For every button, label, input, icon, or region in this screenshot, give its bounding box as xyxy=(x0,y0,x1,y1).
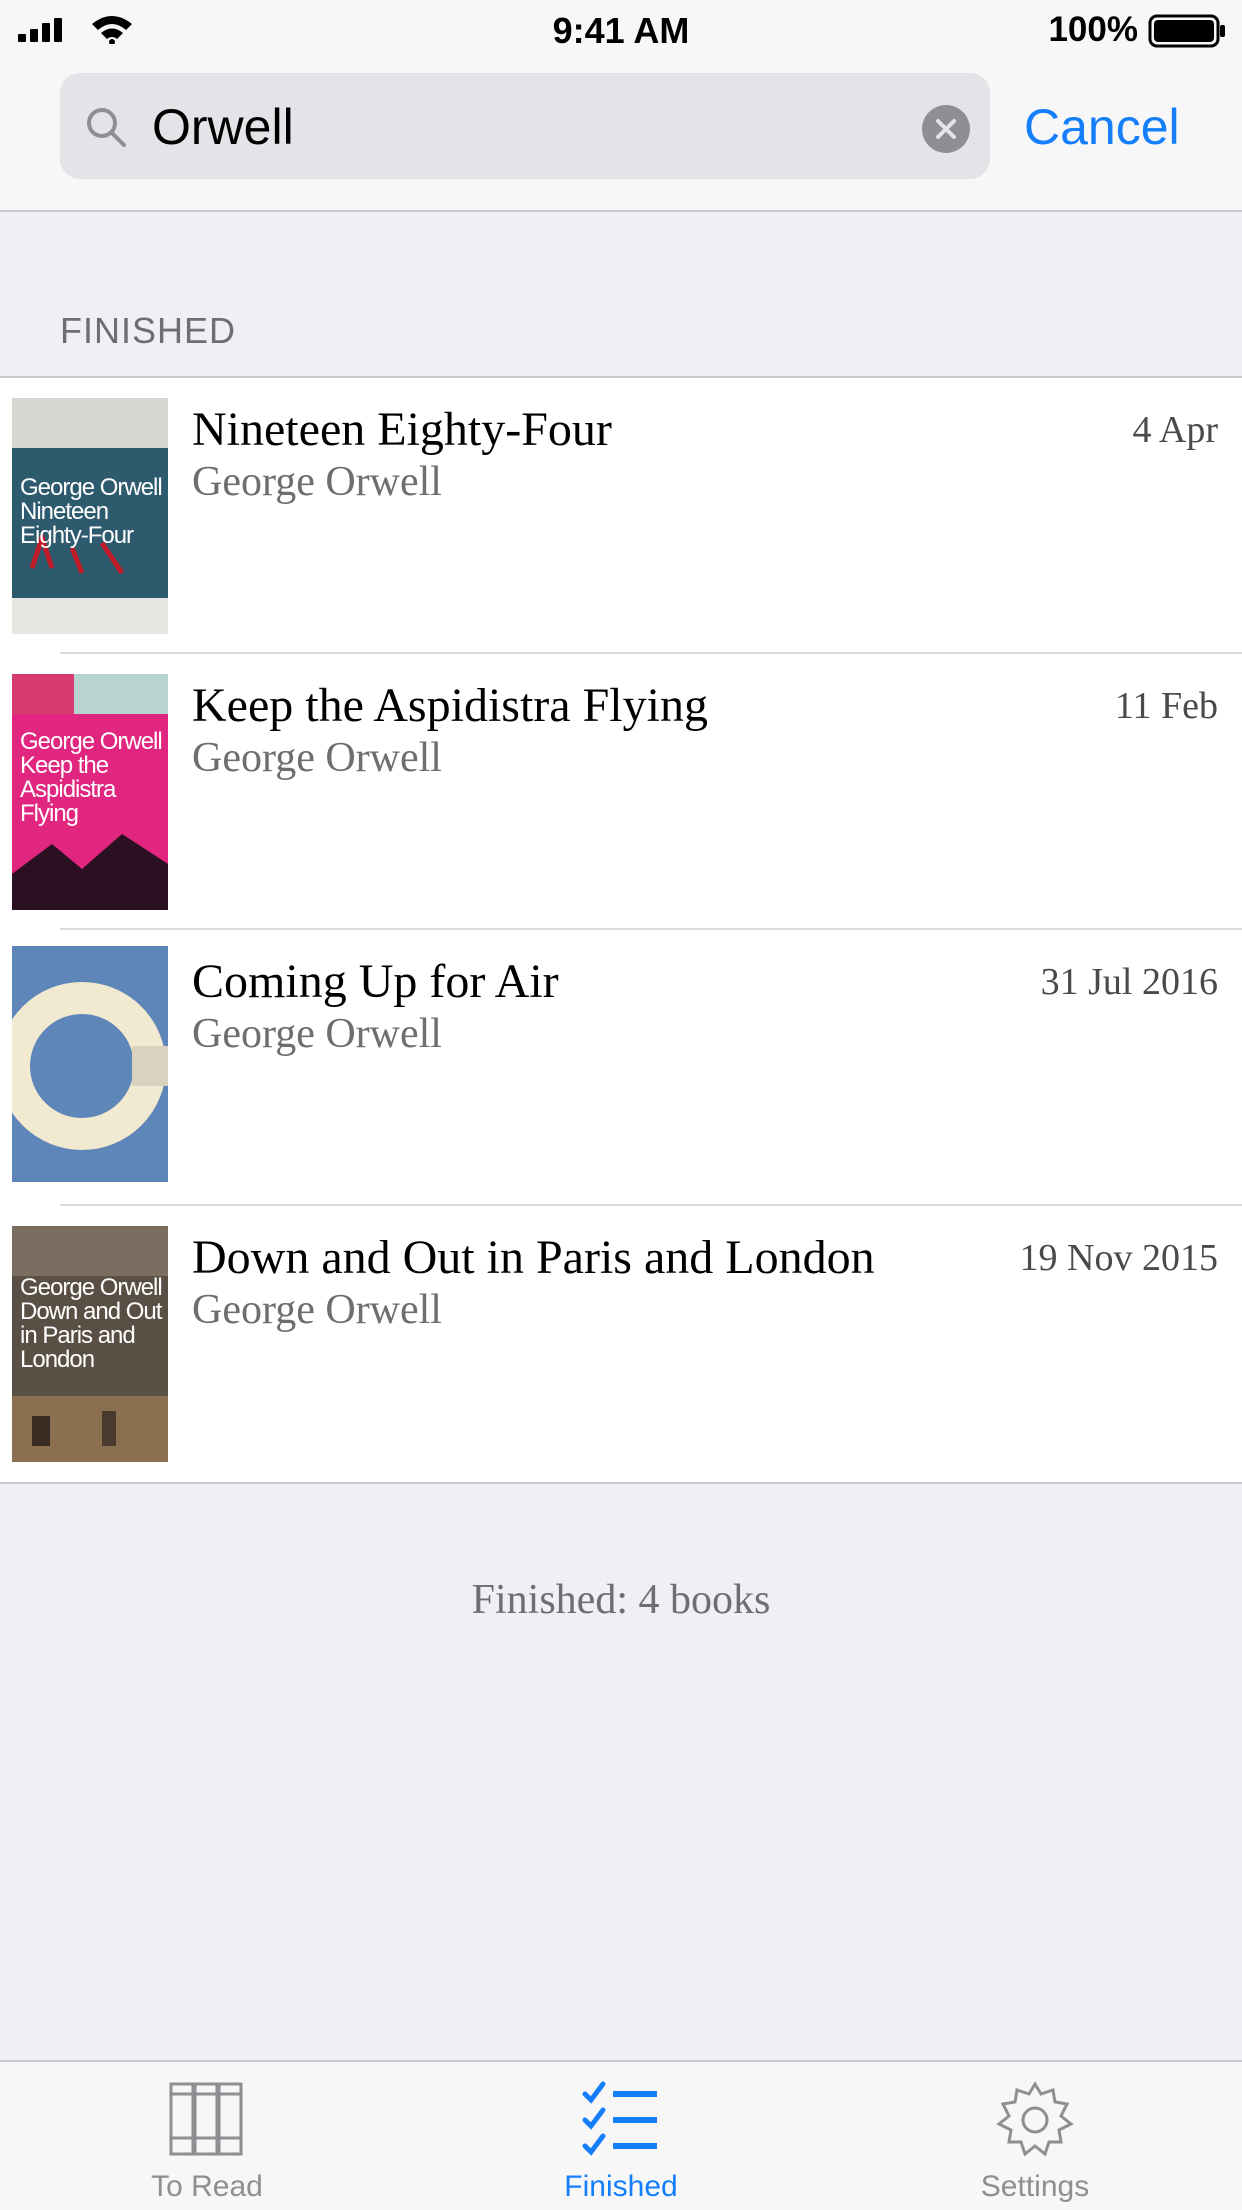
book-row[interactable]: George Orwell Keep the Aspidistra Flying… xyxy=(0,654,1242,930)
finished-count: Finished: 4 books xyxy=(471,1577,771,1623)
search-bar: Cancel xyxy=(0,60,1242,212)
book-cover-art xyxy=(12,946,168,1182)
book-title: Coming Up for Air xyxy=(192,955,559,1008)
book-author: George Orwell xyxy=(192,459,442,505)
book-cover-text: George Orwell Nineteen Eighty-Four xyxy=(20,474,163,549)
book-cover-text: George Orwell Down and Out in Paris and … xyxy=(20,1274,163,1373)
book-list: George Orwell Nineteen Eighty-Four Ninet… xyxy=(0,376,1242,1484)
book-date: 19 Nov 2015 xyxy=(1019,1237,1218,1279)
tab-bar: To Read Finished Settings xyxy=(0,2060,1242,2210)
search-input[interactable] xyxy=(152,99,952,155)
book-title: Nineteen Eighty-Four xyxy=(192,403,612,456)
book-date: 11 Feb xyxy=(1114,685,1218,727)
section-header: FINISHED xyxy=(60,310,237,351)
book-title: Keep the Aspidistra Flying xyxy=(192,679,708,732)
book-author: George Orwell xyxy=(192,1011,442,1057)
tab-label: To Read xyxy=(151,2170,263,2203)
tab-label: Settings xyxy=(980,2170,1090,2203)
tab-to-read[interactable]: To Read xyxy=(0,2062,414,2210)
book-date: 4 Apr xyxy=(1132,409,1219,451)
checklist-icon xyxy=(582,2081,657,2156)
tab-settings[interactable]: Settings xyxy=(828,2062,1242,2210)
status-bar: 9:41 AM 100% xyxy=(0,0,1242,60)
book-title: Down and Out in Paris and London xyxy=(192,1231,875,1284)
book-cover xyxy=(12,946,168,1182)
search-field[interactable] xyxy=(60,73,990,179)
tab-label: Finished xyxy=(564,2170,678,2203)
book-cover-text: George Orwell Keep the Aspidistra Flying xyxy=(20,728,163,827)
clear-search-button[interactable] xyxy=(922,105,970,153)
book-cover: George Orwell Down and Out in Paris and … xyxy=(12,1226,168,1462)
books-icon xyxy=(169,2082,243,2156)
book-row[interactable]: Coming Up for Air George Orwell 31 Jul 2… xyxy=(0,930,1242,1206)
book-author: George Orwell xyxy=(192,735,442,781)
cancel-button[interactable]: Cancel xyxy=(1024,98,1180,156)
book-row[interactable]: George Orwell Nineteen Eighty-Four Ninet… xyxy=(0,378,1242,654)
clear-icon xyxy=(936,119,956,139)
gear-icon xyxy=(996,2081,1074,2157)
book-date: 31 Jul 2016 xyxy=(1040,961,1218,1003)
tab-finished[interactable]: Finished xyxy=(414,2062,828,2210)
battery-icon xyxy=(1148,14,1225,48)
book-cover: George Orwell Keep the Aspidistra Flying xyxy=(12,674,168,910)
battery-percentage: 100% xyxy=(1048,10,1138,49)
book-cover: George Orwell Nineteen Eighty-Four xyxy=(12,398,168,634)
search-icon xyxy=(87,108,126,147)
book-row[interactable]: George Orwell Down and Out in Paris and … xyxy=(0,1206,1242,1482)
book-author: George Orwell xyxy=(192,1287,442,1333)
